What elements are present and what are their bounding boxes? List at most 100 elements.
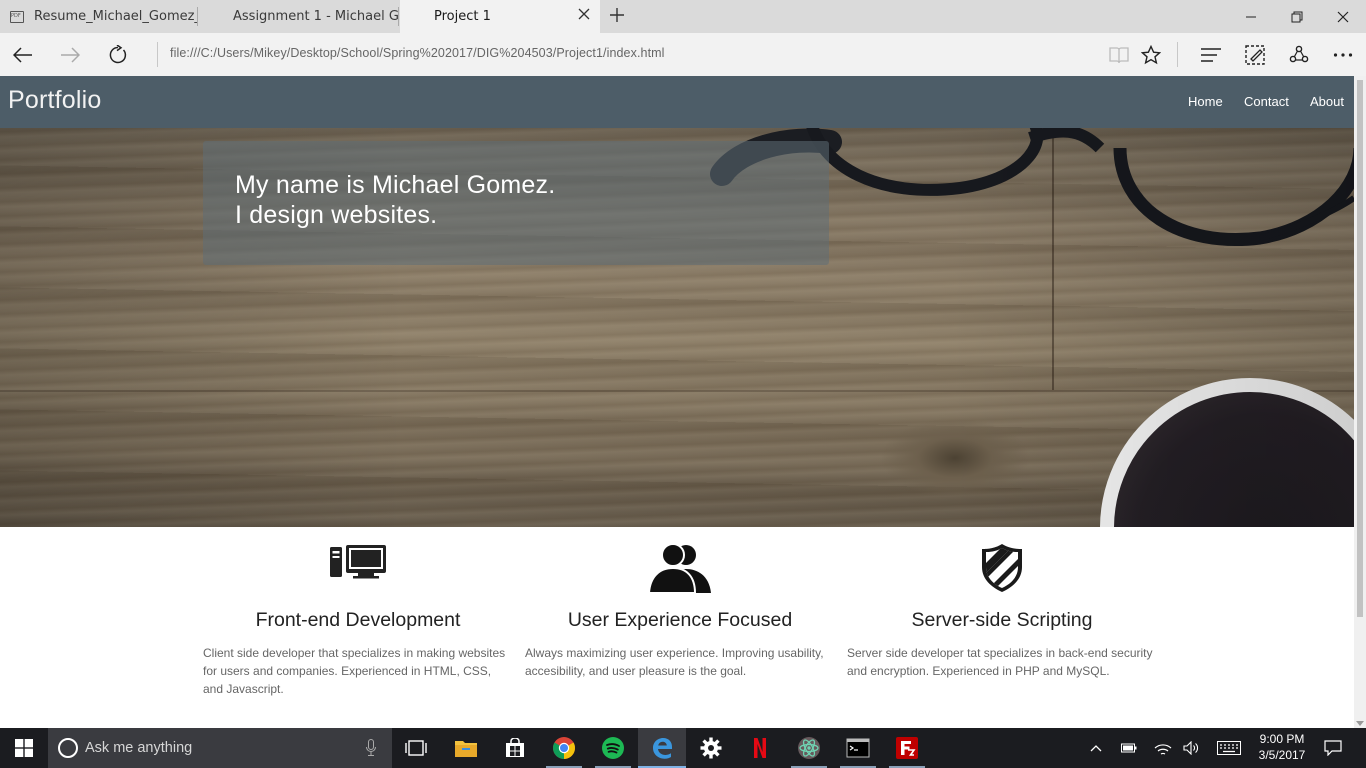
battery-icon (1121, 743, 1137, 753)
favorite-button[interactable] (1129, 33, 1173, 76)
keyboard-icon (1217, 741, 1241, 755)
web-note-button[interactable] (1233, 33, 1277, 76)
more-dots-icon (1333, 52, 1353, 57)
hub-icon (1201, 47, 1221, 62)
close-icon (1337, 11, 1349, 22)
filezilla-icon (896, 737, 918, 759)
battery-indicator[interactable] (1116, 728, 1142, 768)
back-button[interactable] (0, 33, 46, 76)
tab-title: Resume_Michael_Gomez_.p (34, 9, 198, 24)
clock-time: 9:00 PM (1259, 732, 1305, 746)
forward-button[interactable] (47, 33, 93, 76)
page-viewport: Portfolio Home Contact About My name is … (0, 76, 1354, 728)
edge-button[interactable] (638, 728, 686, 768)
plus-icon (610, 8, 624, 22)
store-button[interactable] (491, 728, 539, 768)
minimize-button[interactable] (1228, 0, 1274, 33)
speaker-icon (1183, 741, 1198, 755)
cortana-search-box[interactable]: Ask me anything (48, 728, 392, 768)
task-view-button[interactable] (392, 728, 440, 768)
share-icon (1289, 45, 1309, 62)
netflix-button[interactable] (736, 728, 784, 768)
system-clock[interactable]: 9:00 PM 3/5/2017 (1252, 731, 1312, 763)
chrome-icon (553, 737, 575, 759)
scrollbar-thumb[interactable] (1357, 80, 1363, 617)
tab-strip: Resume_Michael_Gomez_.p Assignment 1 - M… (0, 0, 1366, 33)
start-button[interactable] (0, 728, 48, 768)
feature-server-side: Server-side Scripting Server side develo… (847, 527, 1157, 728)
pdf-icon (10, 10, 24, 23)
scroll-down-arrow-icon[interactable] (1356, 721, 1364, 726)
atom-button[interactable] (785, 728, 833, 768)
nav-link-home[interactable]: Home (1188, 94, 1223, 109)
address-divider (157, 42, 158, 67)
url-field[interactable]: file:///C:/Users/Mikey/Desktop/School/Sp… (170, 46, 665, 60)
chrome-button[interactable] (540, 728, 588, 768)
toolbar-divider (1177, 42, 1178, 67)
feature-title: User Experience Focused (567, 609, 793, 631)
intro-card: My name is Michael Gomez. I design websi… (203, 141, 829, 265)
feature-icon-wrap (847, 543, 1157, 593)
edge-icon (653, 738, 672, 759)
settings-button[interactable] (687, 728, 735, 768)
feature-icon-wrap (203, 543, 513, 579)
feature-icon-wrap (525, 543, 835, 593)
arrow-right-icon (61, 46, 80, 63)
command-prompt-button[interactable] (834, 728, 882, 768)
arrow-left-icon (13, 46, 32, 63)
feature-front-end: Front-end Development Client side develo… (203, 527, 513, 728)
feature-user-experience: User Experience Focused Always maximizin… (525, 527, 835, 728)
atom-icon (798, 737, 820, 759)
nav-link-about[interactable]: About (1310, 94, 1344, 109)
network-indicator[interactable] (1150, 728, 1176, 768)
nav-link-contact[interactable]: Contact (1244, 94, 1289, 109)
feature-title: Front-end Development (255, 609, 461, 631)
folder-icon (455, 741, 477, 757)
hub-button[interactable] (1189, 33, 1233, 76)
tab-assignment[interactable]: Assignment 1 - Michael Gor (199, 0, 399, 33)
feature-description: Client side developer that specializes i… (203, 646, 506, 696)
search-placeholder: Ask me anything (85, 740, 193, 756)
shield-icon (982, 544, 1022, 592)
close-window-button[interactable] (1320, 0, 1366, 33)
tab-resume[interactable]: Resume_Michael_Gomez_.p (0, 0, 198, 33)
volume-indicator[interactable] (1178, 728, 1204, 768)
restore-button[interactable] (1274, 0, 1320, 33)
new-tab-button[interactable] (606, 6, 628, 28)
netflix-icon (754, 738, 766, 758)
tab-project-1[interactable]: Project 1 (400, 0, 600, 33)
page-scrollbar[interactable] (1354, 76, 1366, 728)
hero-banner: My name is Michael Gomez. I design websi… (0, 128, 1354, 527)
task-view-icon (405, 740, 427, 756)
share-button[interactable] (1277, 33, 1321, 76)
pen-note-icon (1245, 44, 1265, 65)
file-explorer-button[interactable] (442, 728, 490, 768)
windows-logo-icon (15, 739, 33, 757)
refresh-button[interactable] (95, 33, 141, 76)
tab-title: Assignment 1 - Michael Gor (233, 9, 399, 24)
intro-heading-line-2: I design websites. (235, 201, 438, 229)
restore-icon (1291, 11, 1303, 22)
more-button[interactable] (1321, 33, 1365, 76)
chevron-up-icon (1090, 745, 1102, 752)
feature-description: Always maximizing user experience. Impro… (525, 646, 824, 678)
minimize-icon (1246, 16, 1256, 17)
terminal-icon (846, 738, 870, 758)
keyboard-input-indicator[interactable] (1214, 728, 1244, 768)
clock-date: 3/5/2017 (1258, 748, 1306, 762)
spotify-icon (602, 737, 624, 759)
microphone-icon[interactable] (366, 739, 376, 757)
show-hidden-icons-button[interactable] (1084, 728, 1108, 768)
action-center-button[interactable] (1320, 728, 1346, 768)
filezilla-button[interactable] (883, 728, 931, 768)
site-brand[interactable]: Portfolio (8, 86, 102, 115)
store-bag-icon (506, 738, 524, 757)
close-tab-icon[interactable] (576, 7, 592, 23)
intro-heading-line-1: My name is Michael Gomez. (235, 171, 556, 199)
spotify-button[interactable] (589, 728, 637, 768)
gear-icon (700, 737, 722, 759)
site-navbar: Portfolio Home Contact About (0, 76, 1354, 128)
address-bar: file:///C:/Users/Mikey/Desktop/School/Sp… (0, 33, 1366, 76)
users-icon (649, 543, 711, 593)
star-icon (1141, 44, 1161, 64)
